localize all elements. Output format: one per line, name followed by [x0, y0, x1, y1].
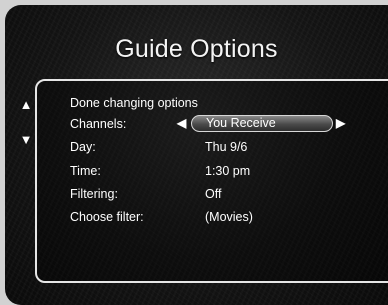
day-label[interactable]: Day: [70, 138, 96, 156]
filtering-value: Off [205, 187, 222, 201]
done-changing-options-item[interactable]: Done changing options [70, 94, 198, 112]
tv-screen: Guide Options ▲ ▼ Done changing options … [5, 5, 388, 305]
time-label[interactable]: Time: [70, 162, 101, 180]
arrow-down-icon[interactable]: ▼ [19, 133, 33, 147]
channels-value[interactable]: You Receive [191, 115, 333, 132]
day-value: Thu 9/6 [205, 140, 248, 154]
arrow-right-icon[interactable]: ▶ [336, 114, 345, 133]
choose-filter-value: (Movies) [205, 210, 253, 224]
filtering-label[interactable]: Filtering: [70, 185, 118, 203]
channels-label[interactable]: Channels: [70, 115, 126, 133]
channels-selector[interactable]: ◀ You Receive ▶ [177, 114, 347, 134]
page-title: Guide Options [115, 35, 278, 63]
arrow-up-icon[interactable]: ▲ [19, 98, 33, 112]
choose-filter-label[interactable]: Choose filter: [70, 208, 144, 226]
time-value: 1:30 pm [205, 164, 251, 178]
arrow-left-icon[interactable]: ◀ [177, 114, 186, 133]
